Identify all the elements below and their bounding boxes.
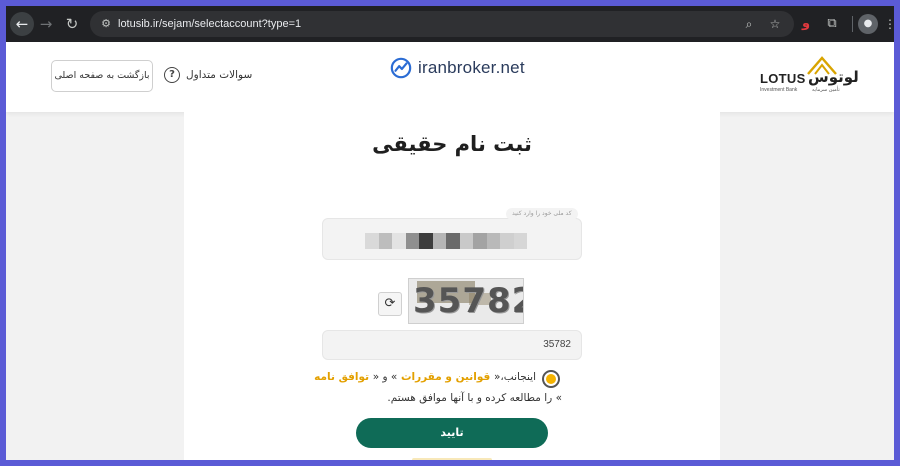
lotus-logo[interactable]: LOTUS لوتوس Investment Bank تأمین سرمایه bbox=[758, 54, 859, 100]
terms-radio[interactable] bbox=[542, 370, 560, 388]
submit-button[interactable]: تایید bbox=[356, 418, 548, 448]
reload-icon: ↻ bbox=[65, 15, 79, 33]
refresh-icon: ⟳ bbox=[384, 296, 396, 311]
terms-middle: » و « bbox=[372, 371, 398, 383]
arrow-left-icon: ← bbox=[15, 15, 29, 33]
faq-label: سوالات متداول bbox=[186, 69, 253, 81]
more-vertical-icon[interactable]: ⋮ bbox=[884, 14, 894, 34]
terms-prefix: اینجانب،« bbox=[493, 371, 536, 383]
captcha-input[interactable]: 35782 bbox=[322, 330, 582, 360]
captcha-image: 35782 bbox=[408, 278, 524, 324]
captcha-refresh-button[interactable]: ⟳ bbox=[378, 292, 402, 316]
iranbroker-logo-icon bbox=[390, 57, 412, 79]
back-button[interactable]: ← bbox=[10, 12, 34, 36]
logo-latin-text: LOTUS bbox=[760, 71, 806, 86]
toolbar-divider bbox=[852, 16, 853, 32]
screenshot-frame: ← → ↻ ⚙ lotusib.ir/sejam/selectaccount?t… bbox=[6, 6, 894, 460]
terms-suffix: » را مطالعه کرده و با آنها موافق هستم. bbox=[387, 392, 562, 404]
rules-link[interactable]: قوانین و مقررات bbox=[397, 371, 494, 383]
arrow-right-icon: → bbox=[39, 15, 53, 33]
watermark-text: iranbroker.net bbox=[418, 58, 525, 77]
national-code-label: کد ملی خود را وارد کنید bbox=[506, 208, 578, 220]
tune-icon[interactable]: ⚙ bbox=[98, 16, 114, 32]
puzzle-icon[interactable]: ⧉ bbox=[822, 14, 842, 34]
logo-persian-text: لوتوس bbox=[808, 68, 859, 86]
agreement-link[interactable]: توافق نامه bbox=[314, 371, 373, 383]
url-text[interactable]: lotusib.ir/sejam/selectaccount?type=1 bbox=[118, 11, 301, 37]
logo-subtitle-fa: تأمین سرمایه bbox=[812, 87, 840, 93]
back-home-button[interactable]: بازگشت به صفحه اصلی bbox=[51, 60, 153, 92]
page-title: ثبت نام حقیقی bbox=[372, 132, 532, 156]
national-code-input[interactable] bbox=[322, 218, 582, 260]
registration-card: ثبت نام حقیقی کد ملی خود را وارد کنید ⟳ … bbox=[184, 112, 720, 460]
star-icon[interactable]: ☆ bbox=[766, 15, 784, 33]
browser-toolbar: ← → ↻ ⚙ lotusib.ir/sejam/selectaccount?t… bbox=[6, 6, 894, 42]
extension-icon[interactable]: و bbox=[796, 14, 816, 34]
reload-button[interactable]: ↻ bbox=[60, 12, 84, 36]
profile-icon[interactable]: ● bbox=[858, 14, 878, 34]
scroll-hint bbox=[412, 458, 492, 460]
redacted-value bbox=[365, 233, 527, 249]
faq-link[interactable]: سوالات متداول ? bbox=[164, 66, 252, 84]
captcha-text: 35782 bbox=[413, 281, 524, 321]
zoom-icon[interactable]: ⌕ bbox=[740, 15, 758, 33]
forward-button[interactable]: → bbox=[34, 12, 58, 36]
logo-subtitle-en: Investment Bank bbox=[760, 87, 798, 93]
site-header: بازگشت به صفحه اصلی سوالات متداول ? iran… bbox=[6, 42, 894, 112]
question-circle-icon: ? bbox=[164, 67, 180, 83]
terms-text: اینجانب،« قوانین و مقررات » و « توافق نا… bbox=[314, 371, 536, 383]
address-bar[interactable]: ⚙ lotusib.ir/sejam/selectaccount?type=1 … bbox=[90, 11, 794, 37]
watermark: iranbroker.net bbox=[390, 54, 525, 82]
